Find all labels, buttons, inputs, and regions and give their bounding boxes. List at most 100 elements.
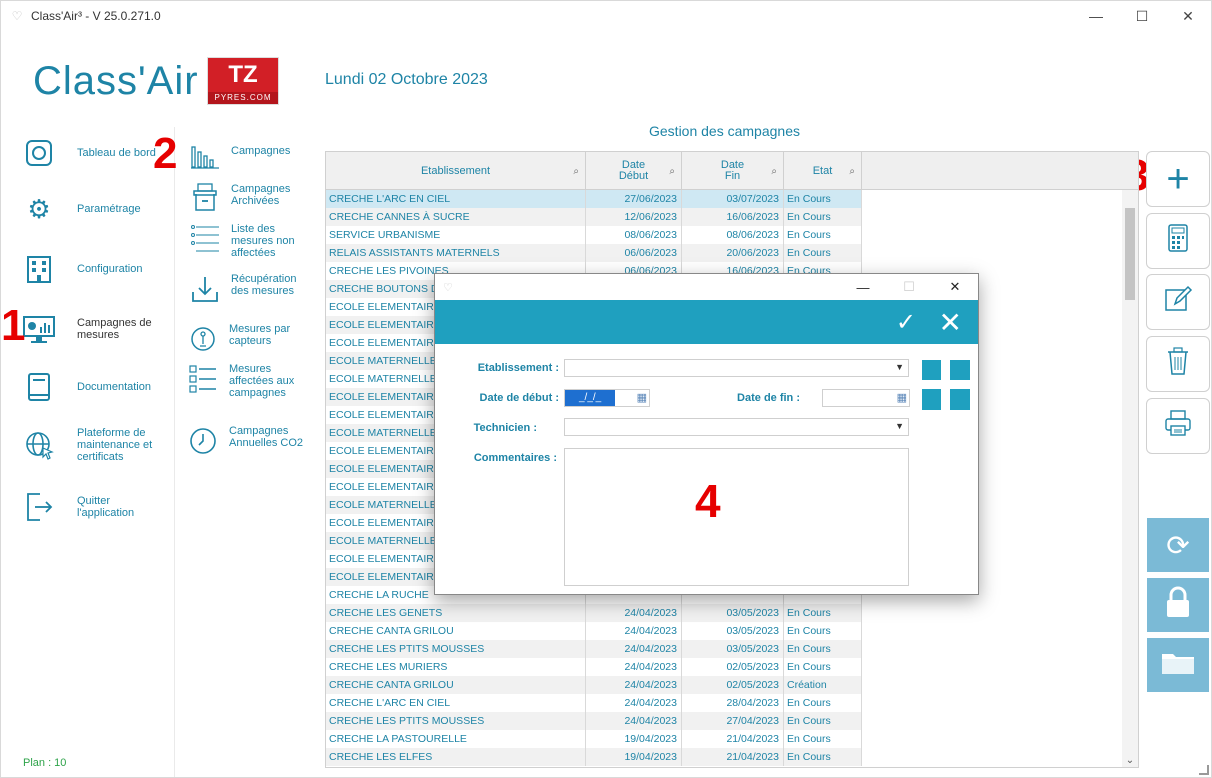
cell-date-fin: 02/05/2023 — [682, 658, 784, 676]
etablissement-select[interactable]: ▼ — [564, 359, 909, 377]
subnav-item-mesures-capteurs[interactable]: Mesures par capteurs — [187, 323, 313, 355]
cell-date-fin: 28/04/2023 — [682, 694, 784, 712]
cell-date-debut: 24/04/2023 — [586, 694, 682, 712]
table-row[interactable]: CRECHE CANTA GRILOU 24/04/2023 02/05/2023 C… — [326, 676, 862, 694]
table-row[interactable]: SERVICE URBANISME 08/06/2023 08/06/2023 En … — [326, 226, 862, 244]
marker-4: 4 — [695, 475, 721, 527]
cell-etat: En Cours — [784, 190, 862, 208]
date-debut-input[interactable]: _/_/_ ▦ — [564, 389, 650, 407]
table-row[interactable]: CRECHE CANNES À SUCRE 12/06/2023 16/06/202… — [326, 208, 862, 226]
print-button[interactable] — [1146, 398, 1210, 454]
subnav-label: Campagnes Annuelles CO2 — [229, 425, 303, 449]
subnav-item-campagnes-co2[interactable]: Campagnes Annuelles CO2 — [187, 425, 313, 457]
subnav-item-liste-mesures[interactable]: Liste des mesures non affectées — [189, 223, 315, 259]
subnav-item-campagnes-archivees[interactable]: Campagnes Archivées — [189, 181, 315, 213]
add-button[interactable]: + — [1146, 151, 1210, 207]
cell-date-fin: 21/04/2023 — [682, 730, 784, 748]
subnav-item-mesures-affectees[interactable]: Mesures affectées aux campagnes — [187, 363, 313, 399]
plus-icon-vertical — [941, 360, 950, 410]
nav-item-quitter[interactable]: Quitter l'application — [21, 489, 167, 525]
cell-etat: En Cours — [784, 748, 862, 766]
cell-etablissement: CRECHE LES MURIERS — [326, 658, 586, 676]
chevron-down-icon[interactable]: ⌄ — [1122, 755, 1138, 766]
cell-date-debut: 24/04/2023 — [586, 640, 682, 658]
date-fin-input[interactable]: ▦ — [822, 389, 910, 407]
search-icon[interactable]: ⌕ — [771, 166, 777, 177]
nav-label: Paramétrage — [77, 203, 141, 215]
table-row[interactable]: CRECHE LES PTITS MOUSSES 24/04/2023 03/05/… — [326, 640, 862, 658]
dialog-maximize-button[interactable]: ☐ — [886, 274, 932, 300]
nav-item-plateforme[interactable]: Plateforme de maintenance et certificats — [21, 427, 167, 463]
technicien-select[interactable]: ▼ — [564, 418, 909, 436]
lock-button[interactable] — [1147, 578, 1209, 632]
add-technicien-button[interactable] — [922, 360, 970, 410]
col-label: Date Début — [618, 159, 649, 182]
subnav-item-recuperation[interactable]: Récupération des mesures — [189, 273, 315, 305]
search-icon[interactable]: ⌕ — [669, 166, 675, 177]
dialog-window-controls: — ☐ ✕ — [840, 274, 978, 300]
nav-item-configuration[interactable]: Configuration — [21, 251, 167, 287]
calendar-icon[interactable]: ▦ — [637, 391, 647, 404]
etablissement-label: Etablissement : — [477, 362, 559, 374]
cell-etablissement: CRECHE LES ELFES — [326, 748, 586, 766]
col-date-fin[interactable]: Date Fin ⌕ — [682, 152, 784, 190]
table-row[interactable]: CRECHE L'ARC EN CIEL 24/04/2023 28/04/2023… — [326, 694, 862, 712]
date-fin-value — [823, 390, 826, 401]
close-button[interactable]: ✕ — [1165, 1, 1211, 31]
nav-item-campagnes-de-mesures[interactable]: Campagnes de mesures — [21, 311, 167, 347]
search-icon[interactable]: ⌕ — [573, 166, 579, 177]
col-date-debut[interactable]: Date Début ⌕ — [586, 152, 682, 190]
col-label: Etablissement — [420, 164, 491, 177]
dialog-app-icon: ♡ — [443, 281, 453, 294]
current-date: Lundi 02 Octobre 2023 — [325, 71, 488, 88]
refresh-button[interactable]: ⟳ — [1147, 518, 1209, 572]
cell-etablissement: CRECHE LES GENETS — [326, 604, 586, 622]
nav-label: Configuration — [77, 263, 143, 275]
nav-item-documentation[interactable]: Documentation — [21, 369, 167, 405]
dropdown-arrow-icon: ▼ — [895, 421, 904, 431]
search-icon[interactable]: ⌕ — [849, 166, 855, 177]
plus-icon: + — [1166, 156, 1190, 201]
maximize-button[interactable]: ☐ — [1119, 1, 1165, 31]
cell-etablissement: CRECHE CANTA GRILOU — [326, 622, 586, 640]
nav-label: Documentation — [77, 381, 151, 393]
table-row[interactable]: CRECHE LES GENETS 24/04/2023 03/05/2023 En … — [326, 604, 862, 622]
cell-date-debut: 19/04/2023 — [586, 730, 682, 748]
cancel-button[interactable]: ✕ — [939, 306, 962, 339]
grid-scrollbar[interactable]: ⌄ — [1122, 190, 1138, 767]
table-row[interactable]: RELAIS ASSISTANTS MATERNELS 06/06/2023 20/… — [326, 244, 862, 262]
table-row[interactable]: CRECHE LES ELFES 19/04/2023 21/04/2023 En C… — [326, 748, 862, 766]
cell-etat: En Cours — [784, 640, 862, 658]
col-etat[interactable]: Etat ⌕ — [784, 152, 862, 190]
delete-button[interactable] — [1146, 336, 1210, 392]
cell-etablissement: SERVICE URBANISME — [326, 226, 586, 244]
table-row[interactable]: CRECHE LES MURIERS 24/04/2023 02/05/2023 En… — [326, 658, 862, 676]
confirm-button[interactable]: ✓ — [896, 308, 916, 337]
calculator-button[interactable] — [1146, 213, 1210, 269]
dashboard-icon — [21, 135, 57, 171]
resize-grip[interactable] — [1199, 765, 1209, 775]
dialog-close-button[interactable]: ✕ — [932, 274, 978, 300]
app-logo: Class'Air — [33, 59, 199, 103]
scrollbar-thumb[interactable] — [1125, 208, 1135, 300]
cell-date-fin: 03/07/2023 — [682, 190, 784, 208]
calendar-icon[interactable]: ▦ — [897, 391, 907, 404]
nav-item-parametrage[interactable]: ⚙ Paramétrage — [21, 191, 167, 227]
cell-date-debut: 24/04/2023 — [586, 676, 682, 694]
table-row[interactable]: CRECHE LA PASTOURELLE 19/04/2023 21/04/202… — [326, 730, 862, 748]
nav-item-tableau-de-bord[interactable]: Tableau de bord — [21, 135, 167, 171]
pencil-icon — [1163, 284, 1193, 321]
table-row[interactable]: CRECHE LES PTITS MOUSSES 24/04/2023 27/04/… — [326, 712, 862, 730]
minimize-button[interactable]: — — [1073, 1, 1119, 31]
col-etablissement[interactable]: Etablissement ⌕ — [326, 152, 586, 190]
plan-indicator: Plan : 10 — [23, 757, 67, 769]
dialog-title-bar: ♡ — ☐ ✕ — [435, 274, 978, 300]
subnav-item-campagnes[interactable]: Campagnes — [189, 141, 315, 173]
edit-button[interactable] — [1146, 274, 1210, 330]
table-row[interactable]: CRECHE CANTA GRILOU 24/04/2023 03/05/2023 E… — [326, 622, 862, 640]
table-row[interactable]: CRECHE L'ARC EN CIEL 27/06/2023 03/07/2023… — [326, 190, 862, 208]
dialog-minimize-button[interactable]: — — [840, 274, 886, 300]
folder-button[interactable] — [1147, 638, 1209, 692]
commentaires-textarea[interactable] — [564, 448, 909, 586]
date-fin-label: Date de fin : — [737, 392, 800, 404]
